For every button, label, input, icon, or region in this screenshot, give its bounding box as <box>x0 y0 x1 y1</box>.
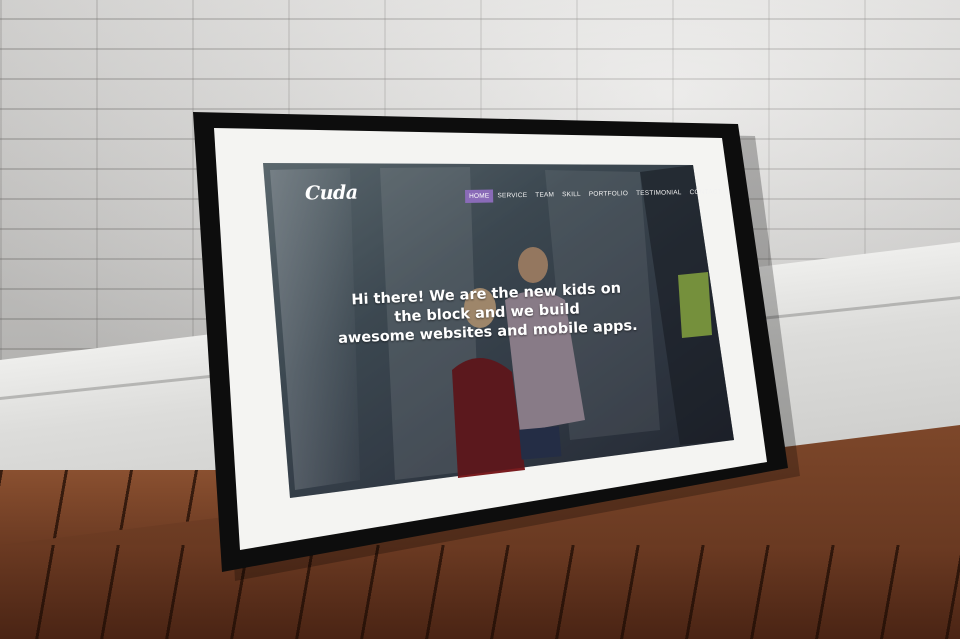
nav-home[interactable]: HOME <box>465 189 494 203</box>
nav-contact[interactable]: CONTACT <box>685 185 726 199</box>
nav-team[interactable]: TEAM <box>531 188 558 201</box>
nav-skill[interactable]: SKILL <box>558 188 585 201</box>
nav-testimonial[interactable]: TESTIMONIAL <box>632 186 686 200</box>
nav-portfolio[interactable]: PORTFOLIO <box>585 187 632 201</box>
website-mockup: Cuda HOME SERVICE TEAM SKILL PORTFOLIO T… <box>0 0 960 639</box>
hero-heading: Hi there! We are the new kids on the blo… <box>336 279 638 349</box>
site-nav: HOME SERVICE TEAM SKILL PORTFOLIO TESTIM… <box>465 185 726 203</box>
site-logo[interactable]: Cuda <box>305 182 358 205</box>
nav-service[interactable]: SERVICE <box>493 189 531 203</box>
